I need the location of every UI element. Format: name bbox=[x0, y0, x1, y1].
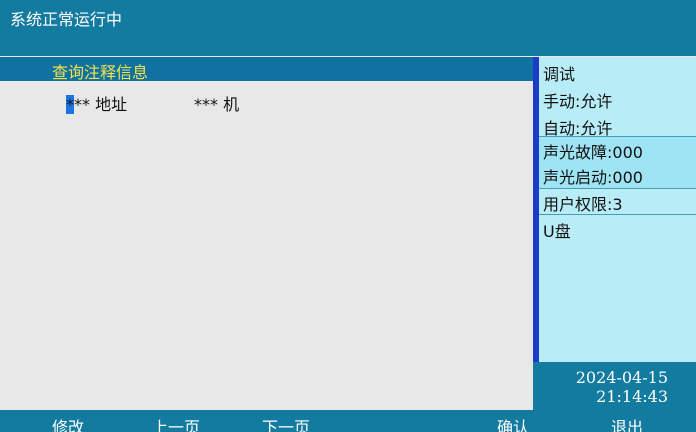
panel-title: 查询注释信息 bbox=[52, 63, 149, 82]
exit-button[interactable]: 退出 bbox=[611, 414, 643, 432]
date-text: 2024-04-15 bbox=[575, 368, 668, 387]
user-level-status: 用户权限:3 bbox=[543, 195, 623, 214]
time-text: 21:14:43 bbox=[596, 387, 668, 406]
mode-label: 调试 bbox=[543, 65, 576, 84]
text-cursor: * bbox=[66, 95, 74, 114]
address-field[interactable]: *** 地址 bbox=[66, 91, 127, 115]
modify-button[interactable]: 修改 bbox=[52, 414, 84, 432]
next-page-button[interactable]: 下一页 bbox=[262, 414, 310, 432]
alarm-start-status: 声光启动:000 bbox=[543, 168, 643, 187]
prev-page-button[interactable]: 上一页 bbox=[152, 414, 200, 432]
panel-header: 查询注释信息 bbox=[0, 57, 533, 82]
usb-status: U盘 bbox=[543, 222, 571, 241]
address-text: ** 地址 bbox=[74, 95, 128, 114]
confirm-button[interactable]: 确认 bbox=[497, 414, 529, 432]
system-status-text: 系统正常运行中 bbox=[10, 10, 123, 29]
manual-status: 手动:允许 bbox=[543, 92, 613, 111]
alarm-fault-status: 声光故障:000 bbox=[543, 143, 643, 162]
top-status-bar: 系统正常运行中 bbox=[0, 0, 696, 56]
datetime-panel: 2024-04-15 21:14:43 bbox=[533, 362, 696, 410]
status-sidebar: 调试 手动:允许 自动:允许 声光故障:000 声光启动:000 用户权限:3 … bbox=[533, 57, 696, 410]
machine-field[interactable]: *** 机 bbox=[194, 91, 239, 115]
function-key-bar: 修改 上一页 下一页 确认 退出 bbox=[0, 410, 696, 432]
panel-content: *** 地址 *** 机 bbox=[0, 81, 533, 410]
